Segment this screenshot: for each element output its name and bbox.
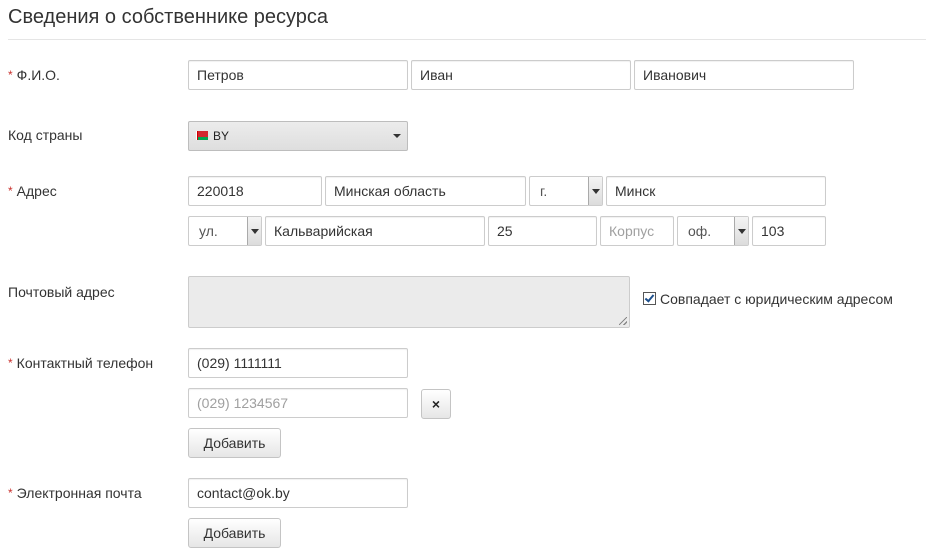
last-name-input[interactable]: Петров (188, 60, 408, 90)
locality-type-select[interactable]: г. (529, 176, 603, 206)
chevron-down-icon (393, 134, 401, 138)
office-type-value: оф. (688, 223, 712, 239)
chevron-down-icon (588, 177, 602, 205)
same-address-label: Совпадает с юридическим адресом (660, 291, 893, 307)
building-input[interactable]: Корпус (600, 216, 674, 246)
country-select[interactable]: BY (188, 121, 408, 151)
house-input[interactable]: 25 (488, 216, 597, 246)
chevron-down-icon (247, 217, 261, 245)
phone-label-text: Контактный телефон (16, 355, 154, 371)
locality-type-value: г. (540, 183, 548, 199)
address-label-text: Адрес (16, 183, 57, 199)
required-mark: * (8, 184, 13, 198)
postal-code-input[interactable]: 220018 (188, 176, 322, 206)
chevron-down-icon (734, 217, 748, 245)
add-email-button[interactable]: Добавить (188, 518, 281, 548)
close-icon[interactable]: × (421, 389, 451, 419)
phone-input[interactable]: (029) 1111111 (188, 348, 408, 378)
street-type-value: ул. (199, 223, 218, 239)
country-code-value: BY (213, 129, 230, 143)
phone-input-extra[interactable]: (029) 1234567 (188, 388, 408, 418)
fio-label-text: Ф.И.О. (16, 67, 60, 83)
first-name-input[interactable]: Иван (411, 60, 631, 90)
street-input[interactable]: Кальварийская (265, 216, 485, 246)
city-input[interactable]: Минск (606, 176, 826, 206)
email-label: * Электронная почта (8, 484, 142, 502)
address-label: * Адрес (8, 182, 57, 200)
office-input[interactable]: 103 (752, 216, 826, 246)
phone-label: * Контактный телефон (8, 354, 153, 372)
belarus-flag-icon (196, 131, 208, 140)
same-address-checkbox[interactable] (643, 292, 656, 305)
required-mark: * (8, 356, 13, 370)
region-input[interactable]: Минская область (325, 176, 526, 206)
street-type-select[interactable]: ул. (188, 216, 262, 246)
required-mark: * (8, 68, 13, 82)
required-mark: * (8, 486, 13, 500)
title-divider (8, 39, 926, 40)
section-title: Сведения о собственнике ресурса (8, 6, 329, 28)
resize-grip-icon[interactable] (619, 317, 627, 325)
add-phone-button[interactable]: Добавить (188, 428, 281, 458)
fio-label: * Ф.И.О. (8, 66, 60, 84)
middle-name-input[interactable]: Иванович (634, 60, 854, 90)
postal-address-label: Почтовый адрес (8, 284, 115, 300)
postal-address-textarea[interactable] (188, 276, 630, 328)
email-label-text: Электронная почта (16, 485, 142, 501)
country-label: Код страны (8, 127, 83, 143)
email-input[interactable]: contact@ok.by (188, 478, 408, 508)
same-address-option[interactable]: Совпадает с юридическим адресом (643, 291, 893, 307)
office-type-select[interactable]: оф. (677, 216, 749, 246)
